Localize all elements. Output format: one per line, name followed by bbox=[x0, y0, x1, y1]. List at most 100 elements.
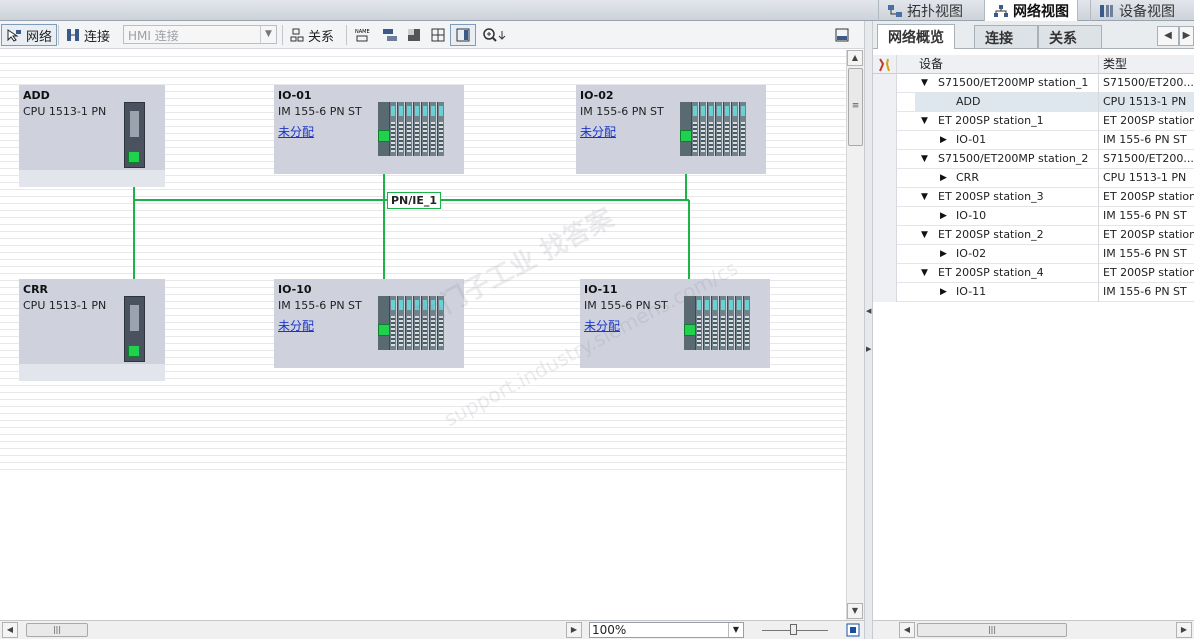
profinet-port[interactable] bbox=[128, 345, 140, 357]
table-row[interactable]: ▼ ET 200SP station_1 ET 200SP station bbox=[873, 112, 1194, 131]
tab-device-view[interactable]: 设备视图 bbox=[1090, 0, 1183, 21]
row-gutter[interactable] bbox=[873, 188, 897, 207]
unassigned-link[interactable]: 未分配 bbox=[580, 123, 616, 140]
device-cell[interactable]: IO-01 bbox=[915, 131, 1099, 150]
device-cell[interactable]: ADD bbox=[915, 93, 1099, 112]
table-row[interactable]: ▶ IO-02 IM 155-6 PN ST bbox=[873, 245, 1194, 264]
row-gutter[interactable] bbox=[873, 264, 897, 283]
unassigned-link[interactable]: 未分配 bbox=[278, 317, 314, 334]
tab-connections[interactable]: 连接 bbox=[974, 25, 1038, 48]
scroll-right-icon[interactable]: ▶ bbox=[1176, 622, 1192, 638]
device-cell[interactable]: ET 200SP station_3 bbox=[915, 188, 1099, 207]
connection-type-select[interactable]: HMI 连接 ▼ bbox=[123, 25, 277, 44]
canvas-vertical-scrollbar[interactable]: ▲ ≡ ▼ bbox=[846, 50, 864, 622]
horizontal-scroll-thumb[interactable]: ||| bbox=[917, 623, 1067, 637]
device-cell[interactable]: IO-02 bbox=[915, 245, 1099, 264]
network-mode-label: 网络 bbox=[26, 29, 53, 45]
device-cell[interactable]: IO-10 bbox=[915, 207, 1099, 226]
table-row[interactable]: ▶ADDCPU 1513-1 PN bbox=[873, 93, 1194, 112]
device-cell[interactable]: ET 200SP station_2 bbox=[915, 226, 1099, 245]
tab-network-view[interactable]: 网络视图 bbox=[984, 0, 1078, 22]
tia-network-view: 拓扑视图 网络视图 设备视图 网络 连接 HMI 连接 ▼ 关系 NAME AD… bbox=[0, 0, 1194, 639]
profinet-port[interactable] bbox=[684, 324, 696, 336]
scroll-thumb[interactable]: ≡ bbox=[848, 68, 863, 146]
unassigned-link[interactable]: 未分配 bbox=[278, 123, 314, 140]
row-gutter[interactable] bbox=[873, 226, 897, 245]
table-row[interactable]: ▼ ET 200SP station_4 ET 200SP station bbox=[873, 264, 1194, 283]
column-type[interactable]: 类型 bbox=[1103, 55, 1194, 74]
collapse-left-icon[interactable]: ◀ bbox=[866, 307, 871, 315]
profinet-port[interactable] bbox=[128, 151, 140, 163]
column-device[interactable]: 设备 bbox=[919, 55, 1099, 74]
subnet-label[interactable]: PN/IE_1 bbox=[387, 192, 442, 209]
table-row[interactable]: ▼ S71500/ET200MP station_1 S71500/ET200... bbox=[873, 74, 1194, 93]
table-row[interactable]: ▶ IO-01 IM 155-6 PN ST bbox=[873, 131, 1194, 150]
row-gutter[interactable] bbox=[873, 283, 897, 302]
tab-scroll-right-icon[interactable]: ▶ bbox=[1179, 26, 1194, 46]
device-add[interactable]: ADD CPU 1513-1 PN bbox=[19, 85, 165, 187]
tab-device-label: 设备视图 bbox=[1119, 3, 1175, 20]
relations-icon bbox=[290, 28, 304, 42]
device-cell[interactable]: ET 200SP station_4 bbox=[915, 264, 1099, 283]
table-row[interactable]: ▶ IO-11 IM 155-6 PN ST bbox=[873, 283, 1194, 302]
device-crr[interactable]: CRR CPU 1513-1 PN bbox=[19, 279, 165, 381]
show-interfaces-button[interactable] bbox=[378, 24, 404, 46]
profinet-port[interactable] bbox=[378, 130, 390, 142]
scroll-down-icon[interactable]: ▼ bbox=[847, 603, 863, 619]
topology-icon bbox=[888, 4, 902, 17]
row-gutter[interactable] bbox=[873, 112, 897, 131]
device-cell[interactable]: CRR bbox=[915, 169, 1099, 188]
profinet-port[interactable] bbox=[680, 130, 692, 142]
scroll-left-icon[interactable]: ◀ bbox=[2, 622, 18, 638]
navigation-icon[interactable] bbox=[846, 623, 860, 637]
network-canvas[interactable]: ADD CPU 1513-1 PN IO-01 IM 155-6 PN ST 未… bbox=[0, 50, 846, 622]
horizontal-scroll-thumb[interactable]: ||| bbox=[26, 623, 88, 637]
row-gutter[interactable] bbox=[873, 245, 897, 264]
table-row[interactable]: ▶ CRR CPU 1513-1 PN bbox=[873, 169, 1194, 188]
pane-splitter[interactable]: ◀ ▶ bbox=[864, 21, 873, 639]
canvas-status-bar: ◀ ||| ▶ 100% ▼ bbox=[0, 620, 864, 639]
tab-relations[interactable]: 关系 bbox=[1038, 25, 1102, 48]
page-break-button[interactable] bbox=[402, 24, 426, 46]
tab-scroll-left-icon[interactable]: ◀ bbox=[1157, 26, 1179, 46]
table-row[interactable]: ▼ ET 200SP station_2 ET 200SP station bbox=[873, 226, 1194, 245]
row-gutter[interactable] bbox=[873, 131, 897, 150]
row-gutter[interactable] bbox=[873, 207, 897, 226]
table-row[interactable]: ▼ S71500/ET200MP station_2 S71500/ET200... bbox=[873, 150, 1194, 169]
device-io-02[interactable]: IO-02 IM 155-6 PN ST 未分配 bbox=[576, 85, 766, 174]
row-gutter[interactable] bbox=[873, 150, 897, 169]
scroll-left-icon[interactable]: ◀ bbox=[899, 622, 915, 638]
row-gutter[interactable] bbox=[873, 93, 897, 112]
device-cell[interactable]: IO-11 bbox=[915, 283, 1099, 302]
table-row[interactable]: ▶ IO-10 IM 155-6 PN ST bbox=[873, 207, 1194, 226]
zoom-slider-knob[interactable] bbox=[790, 624, 797, 635]
overview-toggle-button[interactable] bbox=[450, 24, 476, 46]
table-row[interactable]: ▼ ET 200SP station_3 ET 200SP station bbox=[873, 188, 1194, 207]
relations-mode-button[interactable]: 关系 bbox=[286, 24, 338, 46]
row-gutter[interactable] bbox=[873, 74, 897, 93]
tab-topology-view[interactable]: 拓扑视图 bbox=[878, 0, 971, 21]
zoom-select[interactable]: 100% ▼ bbox=[589, 622, 744, 638]
grid-button[interactable] bbox=[426, 24, 450, 46]
chevron-down-icon[interactable]: ▼ bbox=[728, 623, 743, 637]
scroll-right-icon[interactable]: ▶ bbox=[566, 622, 582, 638]
profinet-port[interactable] bbox=[378, 324, 390, 336]
device-cell[interactable]: ET 200SP station_1 bbox=[915, 112, 1099, 131]
scroll-up-icon[interactable]: ▲ bbox=[847, 50, 863, 66]
show-names-button[interactable]: NAME bbox=[350, 24, 374, 46]
row-gutter[interactable] bbox=[873, 169, 897, 188]
network-mode-button[interactable]: 网络 bbox=[1, 24, 58, 46]
device-type: IM 155-6 PN ST bbox=[278, 105, 362, 118]
panel-icon bbox=[456, 28, 470, 42]
connections-mode-button[interactable]: 连接 bbox=[62, 24, 114, 46]
zoom-slider[interactable] bbox=[762, 624, 828, 635]
tab-topology-label: 拓扑视图 bbox=[907, 3, 963, 20]
device-cell[interactable]: S71500/ET200MP station_1 bbox=[915, 74, 1099, 93]
zoom-button[interactable] bbox=[478, 24, 512, 46]
tab-network-overview[interactable]: 网络概览 bbox=[877, 24, 955, 49]
device-io-01[interactable]: IO-01 IM 155-6 PN ST 未分配 bbox=[274, 85, 464, 174]
chevron-down-icon[interactable]: ▼ bbox=[260, 26, 276, 43]
layout-button[interactable] bbox=[830, 24, 854, 46]
expand-right-icon[interactable]: ▶ bbox=[866, 345, 871, 353]
device-cell[interactable]: S71500/ET200MP station_2 bbox=[915, 150, 1099, 169]
